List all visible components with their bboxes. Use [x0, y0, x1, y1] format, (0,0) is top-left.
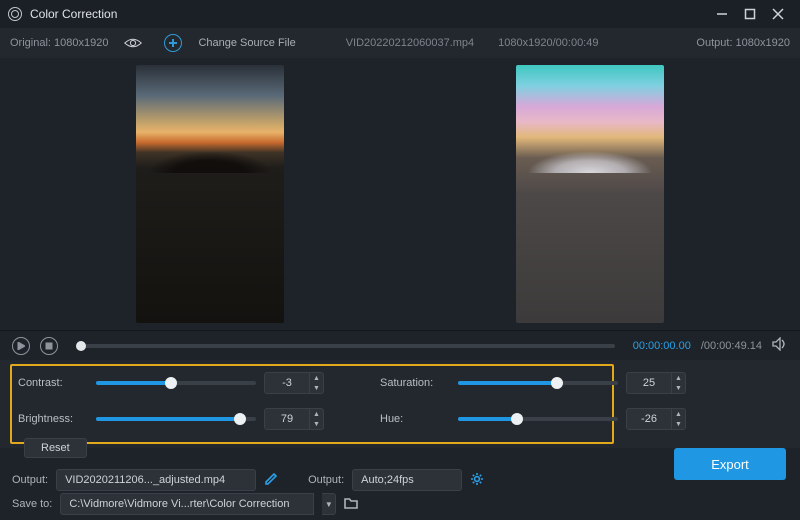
saveto-dropdown[interactable]: ▼ — [322, 493, 336, 515]
color-controls-panel: Contrast: -3▲▼ Saturation: 25▲▼ Brightne… — [0, 360, 800, 448]
preview-toggle-icon[interactable] — [124, 34, 142, 52]
saturation-label: Saturation: — [380, 377, 450, 389]
saturation-slider[interactable] — [458, 381, 618, 385]
reset-button[interactable]: Reset — [24, 438, 87, 458]
contrast-slider[interactable] — [96, 381, 256, 385]
saturation-knob[interactable] — [551, 377, 563, 389]
output-size-label: Output: 1080x1920 — [696, 37, 790, 49]
current-time: 00:00:00.00 — [633, 340, 691, 352]
titlebar: Color Correction — [0, 0, 800, 28]
window-title: Color Correction — [30, 7, 117, 21]
total-time: /00:00:49.14 — [701, 340, 762, 352]
output-settings-field[interactable]: Auto;24fps — [352, 469, 462, 491]
saturation-stepper[interactable]: ▲▼ — [671, 373, 685, 393]
brightness-stepper[interactable]: ▲▼ — [309, 409, 323, 429]
output-settings-label: Output: — [308, 474, 344, 486]
saveto-label: Save to: — [12, 498, 52, 510]
minimize-button[interactable] — [708, 0, 736, 28]
contrast-stepper[interactable]: ▲▼ — [309, 373, 323, 393]
hue-stepper[interactable]: ▲▼ — [671, 409, 685, 429]
add-source-icon[interactable] — [164, 34, 182, 52]
source-filename: VID20220212060037.mp4 — [346, 37, 474, 49]
brightness-slider[interactable] — [96, 417, 256, 421]
adjusted-preview — [516, 65, 664, 323]
playhead[interactable] — [76, 341, 86, 351]
open-folder-icon[interactable] — [344, 496, 358, 513]
saturation-value-box[interactable]: 25▲▼ — [626, 372, 686, 394]
brightness-value-box[interactable]: 79▲▼ — [264, 408, 324, 430]
original-preview — [136, 65, 284, 323]
info-bar: Original: 1080x1920 Change Source File V… — [0, 28, 800, 58]
volume-icon[interactable] — [772, 337, 788, 354]
output-settings-icon[interactable] — [470, 472, 484, 489]
hue-knob[interactable] — [511, 413, 523, 425]
saveto-path-field[interactable]: C:\Vidmore\Vidmore Vi...rter\Color Corre… — [60, 493, 314, 515]
close-button[interactable] — [764, 0, 792, 28]
rename-output-icon[interactable] — [264, 472, 278, 489]
output-filename-field[interactable]: VID2020211206..._adjusted.mp4 — [56, 469, 256, 491]
brightness-knob[interactable] — [234, 413, 246, 425]
contrast-value-box[interactable]: -3▲▼ — [264, 372, 324, 394]
original-size-label: Original: 1080x1920 — [10, 37, 108, 49]
app-icon — [8, 7, 22, 21]
stop-button[interactable] — [40, 337, 58, 355]
preview-area — [0, 58, 800, 330]
change-source-link[interactable]: Change Source File — [198, 37, 295, 49]
play-button[interactable] — [12, 337, 30, 355]
maximize-button[interactable] — [736, 0, 764, 28]
brightness-label: Brightness: — [18, 413, 88, 425]
hue-value-box[interactable]: -26▲▼ — [626, 408, 686, 430]
hue-label: Hue: — [380, 413, 450, 425]
transport-bar: 00:00:00.00/00:00:49.14 — [0, 330, 800, 360]
output-file-label: Output: — [12, 474, 48, 486]
hue-slider[interactable] — [458, 417, 618, 421]
contrast-label: Contrast: — [18, 377, 88, 389]
contrast-knob[interactable] — [165, 377, 177, 389]
export-button[interactable]: Export — [674, 448, 786, 480]
source-meta: 1080x1920/00:00:49 — [498, 37, 598, 49]
timeline-slider[interactable] — [76, 344, 615, 348]
